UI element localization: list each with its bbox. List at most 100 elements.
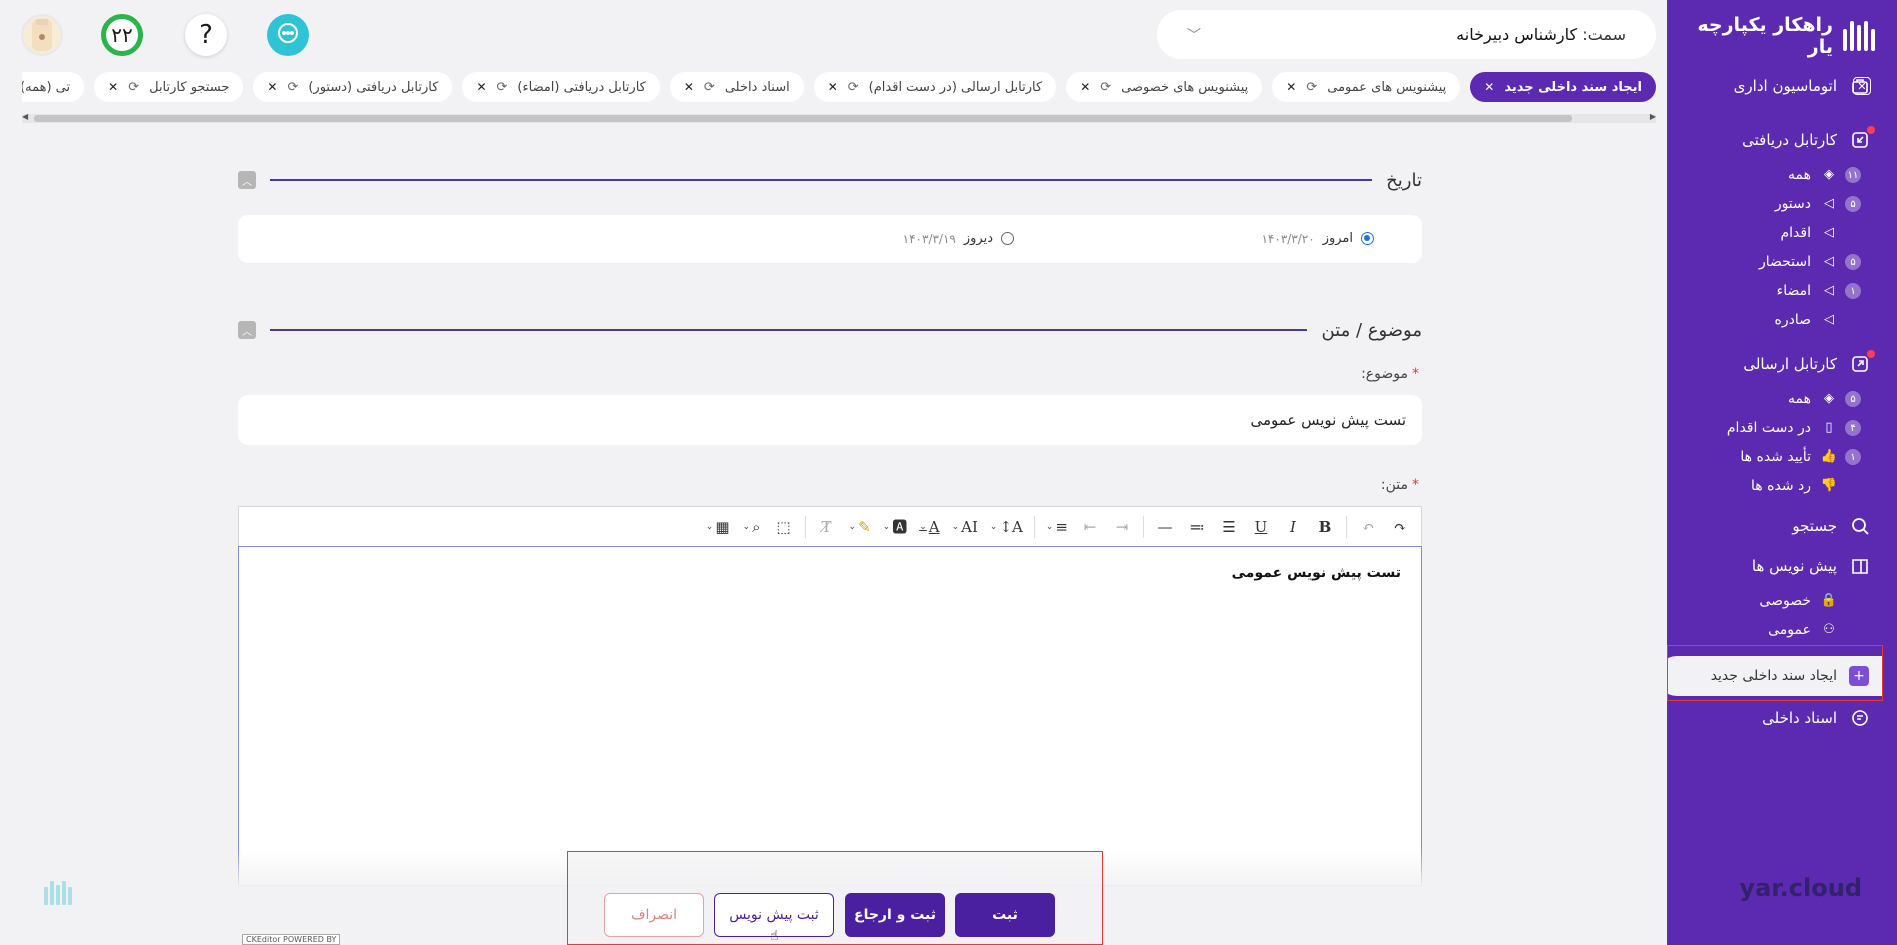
- tab[interactable]: پیشنویس های خصوصی ⟳ ✕: [1066, 72, 1263, 102]
- refresh-icon[interactable]: ⟳: [497, 80, 508, 95]
- sidebar-item-new-internal[interactable]: + ایجاد سند داخلی جدید: [1657, 650, 1897, 702]
- font-size-icon[interactable]: A↕ ⌄: [987, 514, 1026, 540]
- close-icon[interactable]: ✕: [828, 80, 838, 94]
- sidebar-item-outbox[interactable]: کارتابل ارسالی: [1667, 344, 1897, 384]
- tab[interactable]: کارتابل دریافتی (امضاء) ⟳ ✕: [462, 72, 660, 102]
- sidebar-subitem[interactable]: ⚇ عمومی: [1667, 615, 1897, 644]
- active-pill[interactable]: + ایجاد سند داخلی جدید: [1657, 656, 1883, 696]
- remove-format-icon[interactable]: T̸: [814, 514, 840, 540]
- close-icon[interactable]: ✕: [684, 80, 694, 94]
- close-icon[interactable]: ✕: [1484, 80, 1494, 94]
- table-icon[interactable]: ▦ ⌄: [703, 514, 733, 540]
- radio-value: ۱۴۰۳/۳/۲۰: [1261, 231, 1315, 246]
- editor-toolbar: ↷ ↶ B I U ☰ ≔ — ⇥ ⇤ ≡ ⌄ A↕ ⌄ AI ⌄ A ⌄ 🅰 ⌄ ✎ ⌄ …: [238, 506, 1422, 546]
- radio-dot[interactable]: [1001, 232, 1014, 245]
- sidebar-item-label: ایجاد سند داخلی جدید: [1710, 668, 1837, 684]
- sidebar-subitem[interactable]: 👍 تأیید شده ها ۱: [1667, 442, 1897, 471]
- brand[interactable]: راهکار یکپارچه یار: [1667, 14, 1875, 58]
- sidebar-item-label: کارتابل ارسالی: [1743, 355, 1837, 373]
- sidebar-item-inbox[interactable]: کارتابل دریافتی: [1667, 120, 1897, 160]
- divider: [270, 329, 1308, 331]
- align-icon[interactable]: ≡ ⌄: [1043, 514, 1071, 540]
- help-button[interactable]: ?: [185, 14, 227, 56]
- submit-button[interactable]: ثبت: [955, 893, 1055, 937]
- submit-refer-button[interactable]: ثبت و ارجاع: [845, 893, 945, 937]
- close-icon[interactable]: ✕: [1286, 80, 1296, 94]
- bold-icon[interactable]: B: [1312, 514, 1338, 540]
- sidebar-subitem[interactable]: ◁ اقدام: [1667, 218, 1897, 247]
- refresh-icon[interactable]: ⟳: [128, 80, 139, 95]
- font-background-icon[interactable]: 🅰 ⌄: [880, 514, 911, 540]
- sidebar-subitem[interactable]: ◁ امضاء ۱: [1667, 276, 1897, 305]
- sidebar-item-internal-docs[interactable]: اسناد داخلی: [1667, 698, 1897, 738]
- radio-label: امروز: [1322, 231, 1353, 246]
- triangle-left-icon: ◁: [1824, 283, 1834, 298]
- scroll-right-icon[interactable]: ▶: [1650, 112, 1656, 121]
- refresh-icon[interactable]: ⟳: [287, 80, 298, 95]
- font-family-icon[interactable]: AI ⌄: [949, 514, 981, 540]
- refresh-icon[interactable]: ⟳: [1306, 80, 1317, 95]
- indent-icon[interactable]: ⇥: [1109, 514, 1135, 540]
- sidebar-subitem[interactable]: ▯ در دست اقدام ۴: [1667, 413, 1897, 442]
- undo-icon[interactable]: ↶: [1355, 514, 1381, 540]
- sidebar-subitem[interactable]: ◈ همه ۱۱: [1667, 160, 1897, 189]
- sidebar-subitem[interactable]: 👎 رد شده ها: [1667, 471, 1897, 500]
- tab[interactable]: تی (همه)⟳✕: [22, 72, 85, 102]
- sidebar-item-search[interactable]: جستجو: [1667, 506, 1897, 546]
- cancel-button[interactable]: انصراف: [604, 893, 704, 937]
- tab-label: جستجو کارتابل: [149, 79, 230, 95]
- editor-content[interactable]: تست پیش نویس عمومی: [1232, 565, 1401, 581]
- chevron-down-icon[interactable]: ﹀: [1187, 25, 1201, 45]
- sidebar-subitem[interactable]: ◁ صادره: [1667, 305, 1897, 334]
- close-icon[interactable]: ✕: [1080, 80, 1090, 94]
- sidebar-subitem-label: عمومی: [1768, 621, 1811, 638]
- select-all-icon[interactable]: ⬚: [771, 514, 797, 540]
- sidebar-subitem[interactable]: ◁ استحضار ۵: [1667, 247, 1897, 276]
- refresh-icon[interactable]: ⟳: [704, 80, 715, 95]
- tab[interactable]: جستجو کارتابل ⟳ ✕: [94, 72, 244, 102]
- close-icon[interactable]: ✕: [1853, 77, 1871, 95]
- tab[interactable]: کارتابل ارسالی (در دست اقدام) ⟳ ✕: [813, 72, 1057, 102]
- sidebar-subitem[interactable]: ◈ همه ۵: [1667, 384, 1897, 413]
- scroll-left-icon[interactable]: ◀: [22, 112, 28, 121]
- redo-icon[interactable]: ↷: [1387, 514, 1413, 540]
- date-yesterday-radio[interactable]: دیروز ۱۴۰۳/۳/۱۹: [903, 231, 1014, 246]
- sidebar-subitem[interactable]: ◁ دستور ۵: [1667, 189, 1897, 218]
- chat-button[interactable]: [267, 14, 309, 56]
- close-icon[interactable]: ✕: [476, 80, 486, 94]
- tab[interactable]: ایجاد سند داخلی جدید ✕: [1470, 72, 1656, 102]
- font-color-icon[interactable]: A ⌄: [916, 514, 942, 540]
- subject-input[interactable]: تست پیش نویس عمومی: [238, 395, 1422, 445]
- refresh-icon[interactable]: ⟳: [848, 80, 859, 95]
- outdent-icon[interactable]: ⇤: [1077, 514, 1103, 540]
- underline-icon[interactable]: U: [1248, 514, 1274, 540]
- body-editor[interactable]: تست پیش نویس عمومی: [238, 546, 1422, 886]
- radio-dot[interactable]: [1361, 232, 1374, 245]
- horizontal-line-icon[interactable]: —: [1152, 514, 1178, 540]
- collapse-icon[interactable]: ︿: [238, 321, 256, 339]
- italic-icon[interactable]: I: [1280, 514, 1306, 540]
- tab-scrollbar[interactable]: ◀ ▶: [22, 112, 1656, 123]
- score-indicator[interactable]: ۲۲: [101, 14, 143, 56]
- sidebar-subitem[interactable]: 🔒 خصوصی: [1667, 586, 1897, 615]
- close-icon[interactable]: ✕: [267, 80, 277, 94]
- bulleted-list-icon[interactable]: ☰: [1216, 514, 1242, 540]
- tab[interactable]: اسناد داخلی ⟳ ✕: [669, 72, 804, 102]
- role-value: کارشناس دبیرخانه: [1456, 25, 1578, 44]
- collapse-icon[interactable]: ︿: [238, 171, 256, 189]
- sidebar-item-automation[interactable]: اتوماسیون اداری ✕: [1667, 66, 1897, 106]
- date-today-radio[interactable]: امروز ۱۴۰۳/۳/۲۰: [1261, 231, 1374, 246]
- sidebar-item-drafts[interactable]: پیش نویس ها: [1667, 546, 1897, 586]
- highlight-icon[interactable]: ✎ ⌄: [846, 514, 874, 540]
- close-icon[interactable]: ✕: [108, 80, 118, 94]
- find-replace-icon[interactable]: ⌕ ⌄: [739, 514, 765, 540]
- tab[interactable]: کارتابل دریافتی (دستور) ⟳ ✕: [253, 72, 453, 102]
- refresh-icon[interactable]: ⟳: [1100, 80, 1111, 95]
- tab-label: ایجاد سند داخلی جدید: [1504, 79, 1642, 95]
- avatar[interactable]: [21, 14, 63, 56]
- role-select[interactable]: سمت: کارشناس دبیرخانه ﹀: [1157, 10, 1656, 59]
- scrollbar-thumb[interactable]: [34, 115, 1572, 122]
- triangle-left-icon: ◁: [1824, 254, 1834, 269]
- numbered-list-icon[interactable]: ≔: [1184, 514, 1210, 540]
- tab[interactable]: پیشنویس های عمومی ⟳ ✕: [1272, 72, 1461, 102]
